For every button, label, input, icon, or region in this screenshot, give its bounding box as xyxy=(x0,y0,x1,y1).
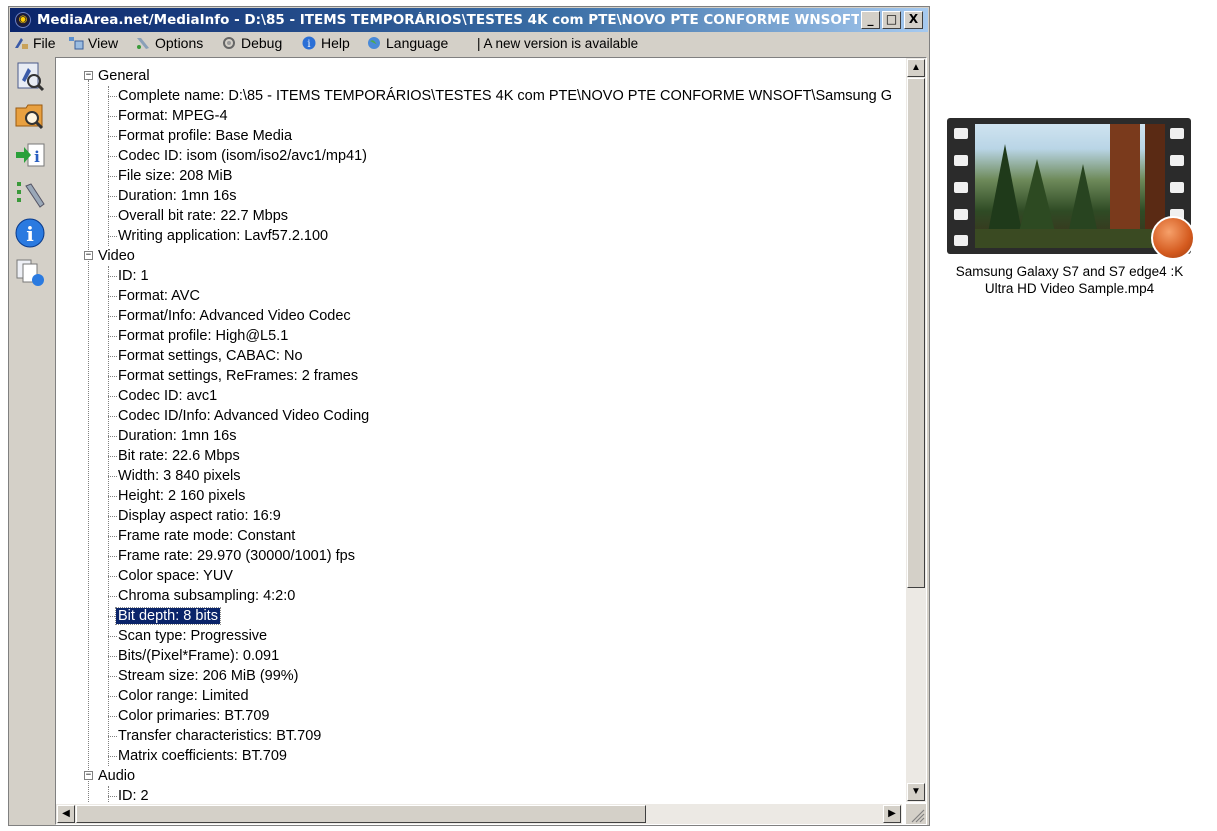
help-icon: i xyxy=(302,36,316,50)
collapse-toggle-icon[interactable]: − xyxy=(84,251,93,260)
tree-item[interactable]: Scan type: Progressive xyxy=(118,626,267,646)
open-folder-icon[interactable] xyxy=(14,99,46,131)
tree-item[interactable]: Bit rate: 22.6 Mbps xyxy=(118,446,240,466)
tree-item[interactable]: File size: 208 MiB xyxy=(118,166,232,186)
vertical-scrollbar[interactable]: ▲ ▼ xyxy=(906,58,926,802)
menu-debug[interactable]: Debug xyxy=(221,35,282,51)
close-button[interactable]: X xyxy=(904,11,923,29)
svg-text:i: i xyxy=(26,222,34,246)
language-icon xyxy=(368,37,380,49)
tree-content: − General Complete name: D:\85 - ITEMS TEM… xyxy=(56,58,902,802)
debug-icon xyxy=(223,37,235,49)
tree-item[interactable]: Stream size: 206 MiB (99%) xyxy=(118,666,299,686)
tree-item[interactable]: Display aspect ratio: 16:9 xyxy=(118,506,281,526)
export-icon[interactable]: i xyxy=(14,139,46,171)
tree-section-audio[interactable]: Audio xyxy=(98,766,135,786)
new-version-notice[interactable]: | A new version is available xyxy=(477,36,638,51)
tree-item[interactable]: Format settings, CABAC: No xyxy=(118,346,303,366)
horizontal-scroll-thumb[interactable] xyxy=(76,805,646,823)
collapse-toggle-icon[interactable]: − xyxy=(84,71,93,80)
tree-item[interactable]: Bits/(Pixel*Frame): 0.091 xyxy=(118,646,279,666)
tree-item[interactable]: Transfer characteristics: BT.709 xyxy=(118,726,321,746)
tree-item[interactable]: Chroma subsampling: 4:2:0 xyxy=(118,586,295,606)
tree-item[interactable]: Codec ID/Info: Advanced Video Coding xyxy=(118,406,369,426)
menu-help[interactable]: i Help xyxy=(301,35,350,51)
check-update-icon[interactable] xyxy=(14,256,46,288)
tree-item[interactable]: Format profile: High@L5.1 xyxy=(118,326,288,346)
open-file-icon[interactable] xyxy=(14,60,46,92)
mediainfo-window: ◉ MediaArea.net/MediaInfo - D:\85 - ITEM… xyxy=(8,6,930,826)
tree-item[interactable]: Matrix coefficients: BT.709 xyxy=(118,746,287,766)
tree-item[interactable]: Format settings, ReFrames: 2 frames xyxy=(118,366,358,386)
minimize-button[interactable]: _ xyxy=(861,11,880,29)
tree-item[interactable]: Color range: Limited xyxy=(118,686,249,706)
tree-item[interactable]: Format: AVC xyxy=(118,286,200,306)
tree-item[interactable]: Duration: 1mn 16s xyxy=(118,186,236,206)
tree-item[interactable]: Codec ID: isom (isom/iso2/avc1/mp41) xyxy=(118,146,367,166)
desktop-video-file[interactable]: Samsung Galaxy S7 and S7 edge4 :K Ultra … xyxy=(945,116,1195,301)
svg-text:i: i xyxy=(34,148,40,166)
tree-item[interactable]: Width: 3 840 pixels xyxy=(118,466,241,486)
scroll-down-arrow-icon[interactable]: ▼ xyxy=(907,783,925,801)
menu-file[interactable]: File xyxy=(13,35,56,51)
menu-bar: File View Options Debug i Help Language |… xyxy=(10,32,928,54)
vertical-scroll-thumb[interactable] xyxy=(907,78,925,588)
menu-language[interactable]: Language xyxy=(366,35,448,51)
horizontal-scrollbar[interactable]: ◀ ▶ xyxy=(56,804,902,824)
media-player-badge-icon xyxy=(1151,216,1195,260)
view-icon xyxy=(69,37,84,50)
menu-view[interactable]: View xyxy=(68,35,118,51)
scroll-right-arrow-icon[interactable]: ▶ xyxy=(883,805,901,823)
file-name-label: Samsung Galaxy S7 and S7 edge4 :K Ultra … xyxy=(955,264,1184,296)
tree-item[interactable]: Color space: YUV xyxy=(118,566,233,586)
about-icon[interactable]: i xyxy=(14,217,46,249)
tree-item[interactable]: Bit depth: 8 bits xyxy=(115,606,221,626)
toolbar-sidebar: i i xyxy=(11,57,49,817)
tree-item[interactable]: Frame rate: 29.970 (30000/1001) fps xyxy=(118,546,355,566)
title-bar[interactable]: ◉ MediaArea.net/MediaInfo - D:\85 - ITEM… xyxy=(10,8,928,32)
tree-item[interactable]: Codec ID: avc1 xyxy=(118,386,217,406)
tree-item[interactable]: Complete name: D:\85 - ITEMS TEMPORÁRIOS… xyxy=(118,86,892,106)
scroll-up-arrow-icon[interactable]: ▲ xyxy=(907,59,925,77)
svg-text:i: i xyxy=(307,39,310,50)
resize-grip-icon[interactable] xyxy=(906,804,926,824)
scroll-left-arrow-icon[interactable]: ◀ xyxy=(57,805,75,823)
tree-item[interactable]: ID: 2 xyxy=(118,786,149,802)
file-icon xyxy=(15,38,28,49)
tree-item[interactable]: Height: 2 160 pixels xyxy=(118,486,245,506)
collapse-toggle-icon[interactable]: − xyxy=(84,771,93,780)
window-title: MediaArea.net/MediaInfo - D:\85 - ITEMS … xyxy=(37,12,859,28)
tree-item[interactable]: Duration: 1mn 16s xyxy=(118,426,236,446)
tree-section-general[interactable]: General xyxy=(98,66,150,86)
maximize-button[interactable]: □ xyxy=(882,11,901,29)
tree-section-video[interactable]: Video xyxy=(98,246,135,266)
tree-item[interactable]: Format profile: Base Media xyxy=(118,126,292,146)
options-icon xyxy=(137,38,149,49)
menu-options[interactable]: Options xyxy=(135,35,203,51)
tree-item[interactable]: Color primaries: BT.709 xyxy=(118,706,270,726)
mediainfo-app-icon[interactable]: ◉ xyxy=(15,12,31,28)
preferences-icon[interactable] xyxy=(14,178,46,210)
tree-item[interactable]: Writing application: Lavf57.2.100 xyxy=(118,226,328,246)
tree-item[interactable]: ID: 1 xyxy=(118,266,149,286)
tree-item[interactable]: Overall bit rate: 22.7 Mbps xyxy=(118,206,288,226)
tree-item[interactable]: Format/Info: Advanced Video Codec xyxy=(118,306,351,326)
tree-item[interactable]: Frame rate mode: Constant xyxy=(118,526,295,546)
tree-item[interactable]: Format: MPEG-4 xyxy=(118,106,228,126)
info-tree-view[interactable]: − General Complete name: D:\85 - ITEMS TEM… xyxy=(55,57,927,825)
